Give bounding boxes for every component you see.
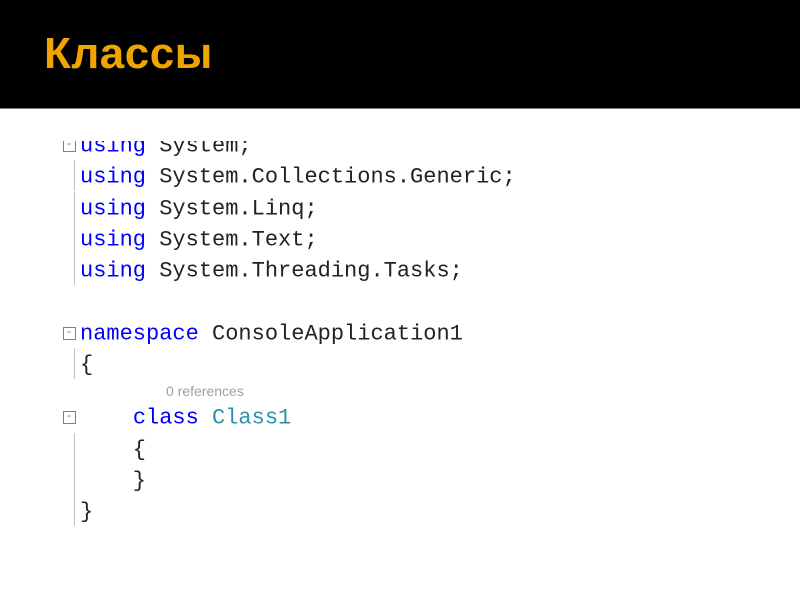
code-line: using System.Collections.Generic; xyxy=(58,161,762,192)
gutter xyxy=(58,160,80,191)
code-line xyxy=(58,287,762,318)
keyword: using xyxy=(80,196,159,221)
code-text: using System.Collections.Generic; xyxy=(80,165,516,190)
code-text: { xyxy=(80,437,146,462)
code-token: System; xyxy=(159,133,251,158)
fold-minus-icon[interactable]: - xyxy=(63,411,76,424)
code-line: using System.Threading.Tasks; xyxy=(58,255,762,286)
code-line: using System.Text; xyxy=(58,224,762,255)
code-text: using System.Threading.Tasks; xyxy=(80,259,463,284)
outline-guide xyxy=(74,254,75,285)
keyword: using xyxy=(80,259,159,284)
gutter: - xyxy=(58,129,80,160)
fold-minus-icon[interactable]: - xyxy=(63,139,76,152)
code-token xyxy=(80,406,133,431)
gutter xyxy=(58,495,80,526)
code-token: System.Text; xyxy=(159,227,317,252)
code-line: -namespace ConsoleApplication1 xyxy=(58,318,762,349)
gutter xyxy=(58,223,80,254)
code-line: { xyxy=(58,434,762,465)
code-text: class Class1 xyxy=(80,406,291,431)
code-token: { xyxy=(80,437,146,462)
gutter xyxy=(58,464,80,495)
outline-guide xyxy=(74,348,75,379)
code-line: } xyxy=(58,465,762,496)
keyword: class xyxy=(133,406,212,431)
title-bar: Классы xyxy=(0,0,800,108)
code-text: { xyxy=(80,352,93,377)
code-line: - class Class1 xyxy=(58,402,762,433)
code-area: -using System;using System.Collections.G… xyxy=(0,109,800,527)
slide-title: Классы xyxy=(44,29,213,79)
keyword: namespace xyxy=(80,321,212,346)
fold-minus-icon[interactable]: - xyxy=(63,327,76,340)
code-text: using System; xyxy=(80,133,252,158)
type-name: Class1 xyxy=(212,406,291,431)
codelens-references[interactable]: 0 references xyxy=(58,380,762,402)
outline-guide xyxy=(74,433,75,464)
code-text: namespace ConsoleApplication1 xyxy=(80,321,463,346)
gutter xyxy=(58,192,80,223)
code-token: System.Collections.Generic; xyxy=(159,165,515,190)
code-text: using System.Linq; xyxy=(80,196,318,221)
code-token: { xyxy=(80,352,93,377)
code-token: System.Linq; xyxy=(159,196,317,221)
keyword: using xyxy=(80,133,159,158)
gutter xyxy=(58,348,80,379)
code-token: } xyxy=(80,499,93,524)
code-line: using System.Linq; xyxy=(58,193,762,224)
code-line: { xyxy=(58,349,762,380)
gutter xyxy=(58,254,80,285)
outline-guide xyxy=(74,223,75,254)
code-text: using System.Text; xyxy=(80,227,318,252)
code-line: } xyxy=(58,496,762,527)
slide: Классы -using System;using System.Collec… xyxy=(0,0,800,600)
code-token: System.Threading.Tasks; xyxy=(159,259,463,284)
outline-guide xyxy=(74,495,75,526)
gutter: - xyxy=(58,401,80,432)
gutter: - xyxy=(58,317,80,348)
code-line: -using System; xyxy=(58,130,762,161)
code-text: } xyxy=(80,468,146,493)
code-token: } xyxy=(80,468,146,493)
outline-guide xyxy=(74,464,75,495)
gutter xyxy=(58,433,80,464)
code-text: } xyxy=(80,499,93,524)
keyword: using xyxy=(80,165,159,190)
outline-guide xyxy=(74,160,75,191)
code-token: ConsoleApplication1 xyxy=(212,321,463,346)
outline-guide xyxy=(74,192,75,223)
keyword: using xyxy=(80,227,159,252)
